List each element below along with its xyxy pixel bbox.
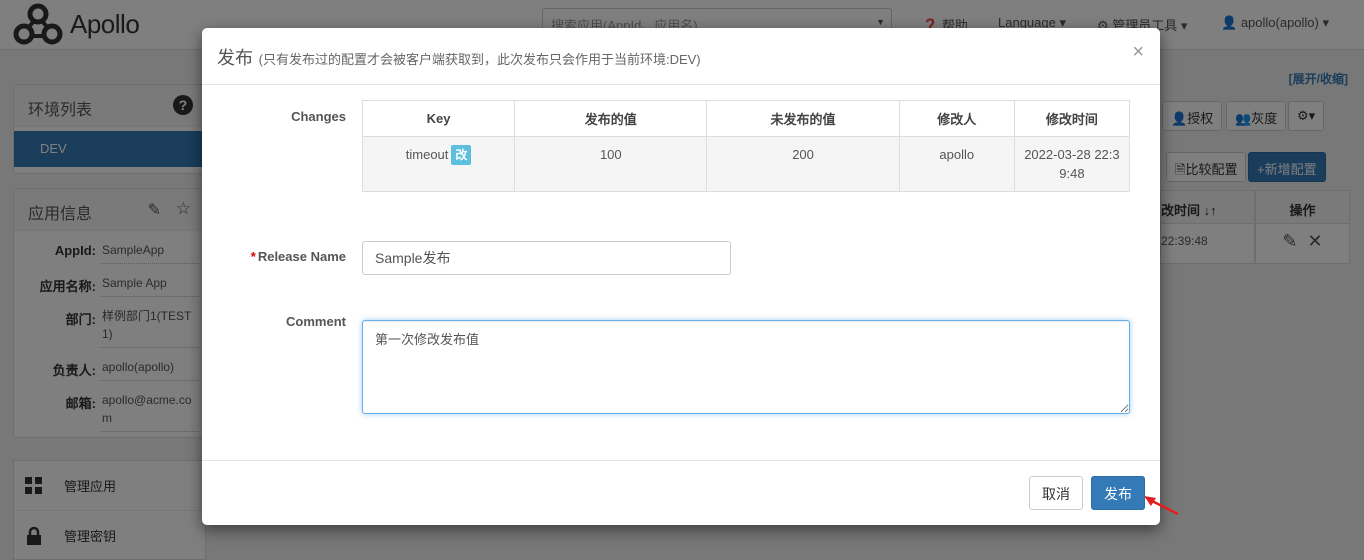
release-name-label: * Release Name xyxy=(202,249,346,264)
column-header-released-value: 发布的值 xyxy=(514,100,708,137)
key-text: timeout xyxy=(405,147,449,162)
column-header-key: Key xyxy=(361,100,516,137)
cell-modifier: apollo xyxy=(898,136,1015,192)
modal-footer: 取消 发布 xyxy=(202,460,1160,525)
comment-label: Comment xyxy=(286,314,346,329)
comment-textarea[interactable]: 第一次修改发布值 xyxy=(362,320,1130,414)
release-name-label-text: Release Name xyxy=(257,249,346,264)
cell-key: timeout 改 xyxy=(361,136,516,192)
cancel-button[interactable]: 取消 xyxy=(1029,476,1083,510)
publish-modal: 发布 (只有发布过的配置才会被客户端获取到，此次发布只会作用于当前环境:DEV)… xyxy=(202,28,1160,525)
cell-modified-time: 2022-03-28 22:39:48 xyxy=(1013,136,1131,192)
cell-released-value: 100 xyxy=(514,136,708,192)
red-arrow-annotation-icon xyxy=(1144,496,1179,516)
changes-label: Changes xyxy=(291,109,346,124)
modal-title: 发布 xyxy=(217,48,253,68)
modal-body: Changes Key 发布的值 未发布的值 修改人 修改时间 timeout 改… xyxy=(202,85,1160,460)
column-header-modified-time: 修改时间 xyxy=(1013,100,1131,137)
table-row: timeout 改 100 200 apollo 2022-03-28 22:39… xyxy=(361,136,1131,192)
cell-unreleased-value: 200 xyxy=(706,136,900,192)
close-icon[interactable]: × xyxy=(1132,42,1144,62)
release-name-input[interactable] xyxy=(362,241,731,275)
modified-badge: 改 xyxy=(451,145,472,165)
publish-button[interactable]: 发布 xyxy=(1091,476,1145,510)
column-header-unreleased-value: 未发布的值 xyxy=(706,100,900,137)
table-header-row: Key 发布的值 未发布的值 修改人 修改时间 xyxy=(361,100,1131,137)
changes-table: Key 发布的值 未发布的值 修改人 修改时间 timeout 改 100 200… xyxy=(361,100,1131,192)
modal-header: 发布 (只有发布过的配置才会被客户端获取到，此次发布只会作用于当前环境:DEV)… xyxy=(202,28,1160,85)
column-header-modifier: 修改人 xyxy=(898,100,1015,137)
modal-subtitle: (只有发布过的配置才会被客户端获取到，此次发布只会作用于当前环境:DEV) xyxy=(258,52,701,67)
required-marker: * xyxy=(250,249,256,264)
